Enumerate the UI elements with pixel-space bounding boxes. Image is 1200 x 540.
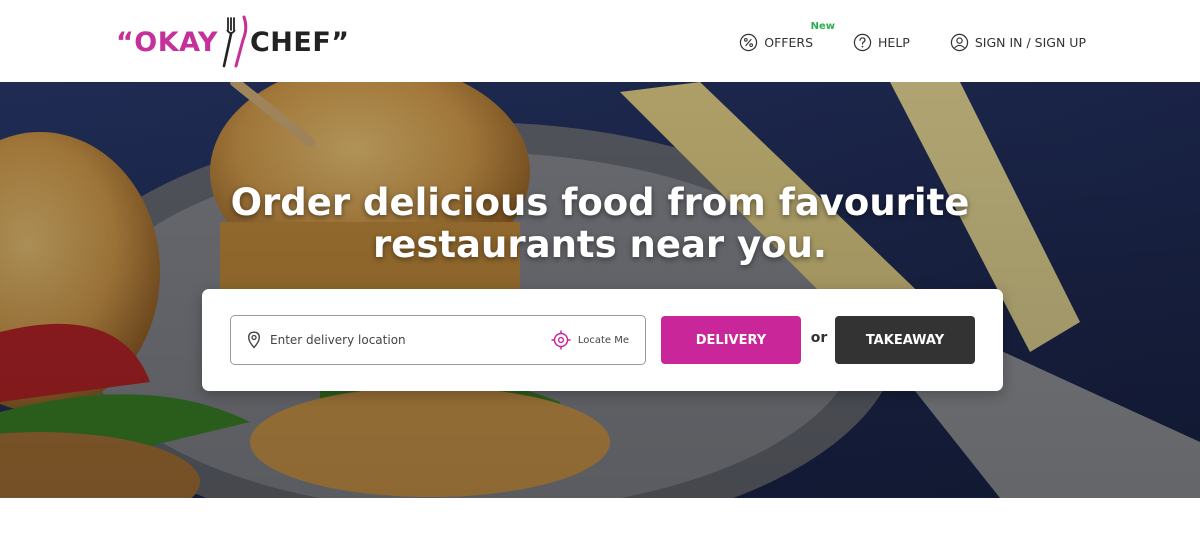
nav-sign-in-label: SIGN IN / SIGN UP [974,34,1086,50]
location-search-box: Locate Me [230,315,646,365]
fork-knife-icon [222,15,248,68]
hero-banner: Order delicious food from favourite rest… [0,82,1200,498]
nav-help[interactable]: HELP [853,33,910,52]
brand-logo[interactable]: “OKAY CHEF” [116,14,350,70]
locate-me-button[interactable]: Locate Me [551,330,629,350]
delivery-button[interactable]: DELIVERY [661,316,801,364]
nav-offers-label: OFFERS [764,34,814,50]
percent-icon [740,33,758,51]
new-badge: New [810,20,836,32]
user-icon [950,33,969,51]
nav-sign-in[interactable]: SIGN IN / SIGN UP [950,33,1086,52]
locate-target-icon [551,330,571,350]
or-separator: or [810,330,828,346]
hero-title-line-2: restaurants near you. [373,223,827,266]
logo-text-chef: CHEF” [249,26,350,58]
map-pin-icon [247,331,261,349]
logo-text-okay: “OKAY [116,26,218,58]
top-nav: OFFERS New HELP SIGN IN / SIGN UP [739,21,1086,60]
question-icon [853,33,872,51]
site-header: “OKAY CHEF” OFFERS New HELP SIGN IN / SI… [0,0,1200,82]
search-card: Locate Me DELIVERY or TAKEAWAY [202,289,1003,391]
hero-title-line-1: Order delicious food from favourite [230,181,970,224]
nav-offers[interactable]: OFFERS New [739,21,835,52]
locate-me-label: Locate Me [577,334,629,346]
hero-title: Order delicious food from favourite rest… [0,182,1200,266]
nav-help-label: HELP [878,34,910,50]
takeaway-button[interactable]: TAKEAWAY [835,316,975,364]
delivery-location-input[interactable] [270,333,551,347]
